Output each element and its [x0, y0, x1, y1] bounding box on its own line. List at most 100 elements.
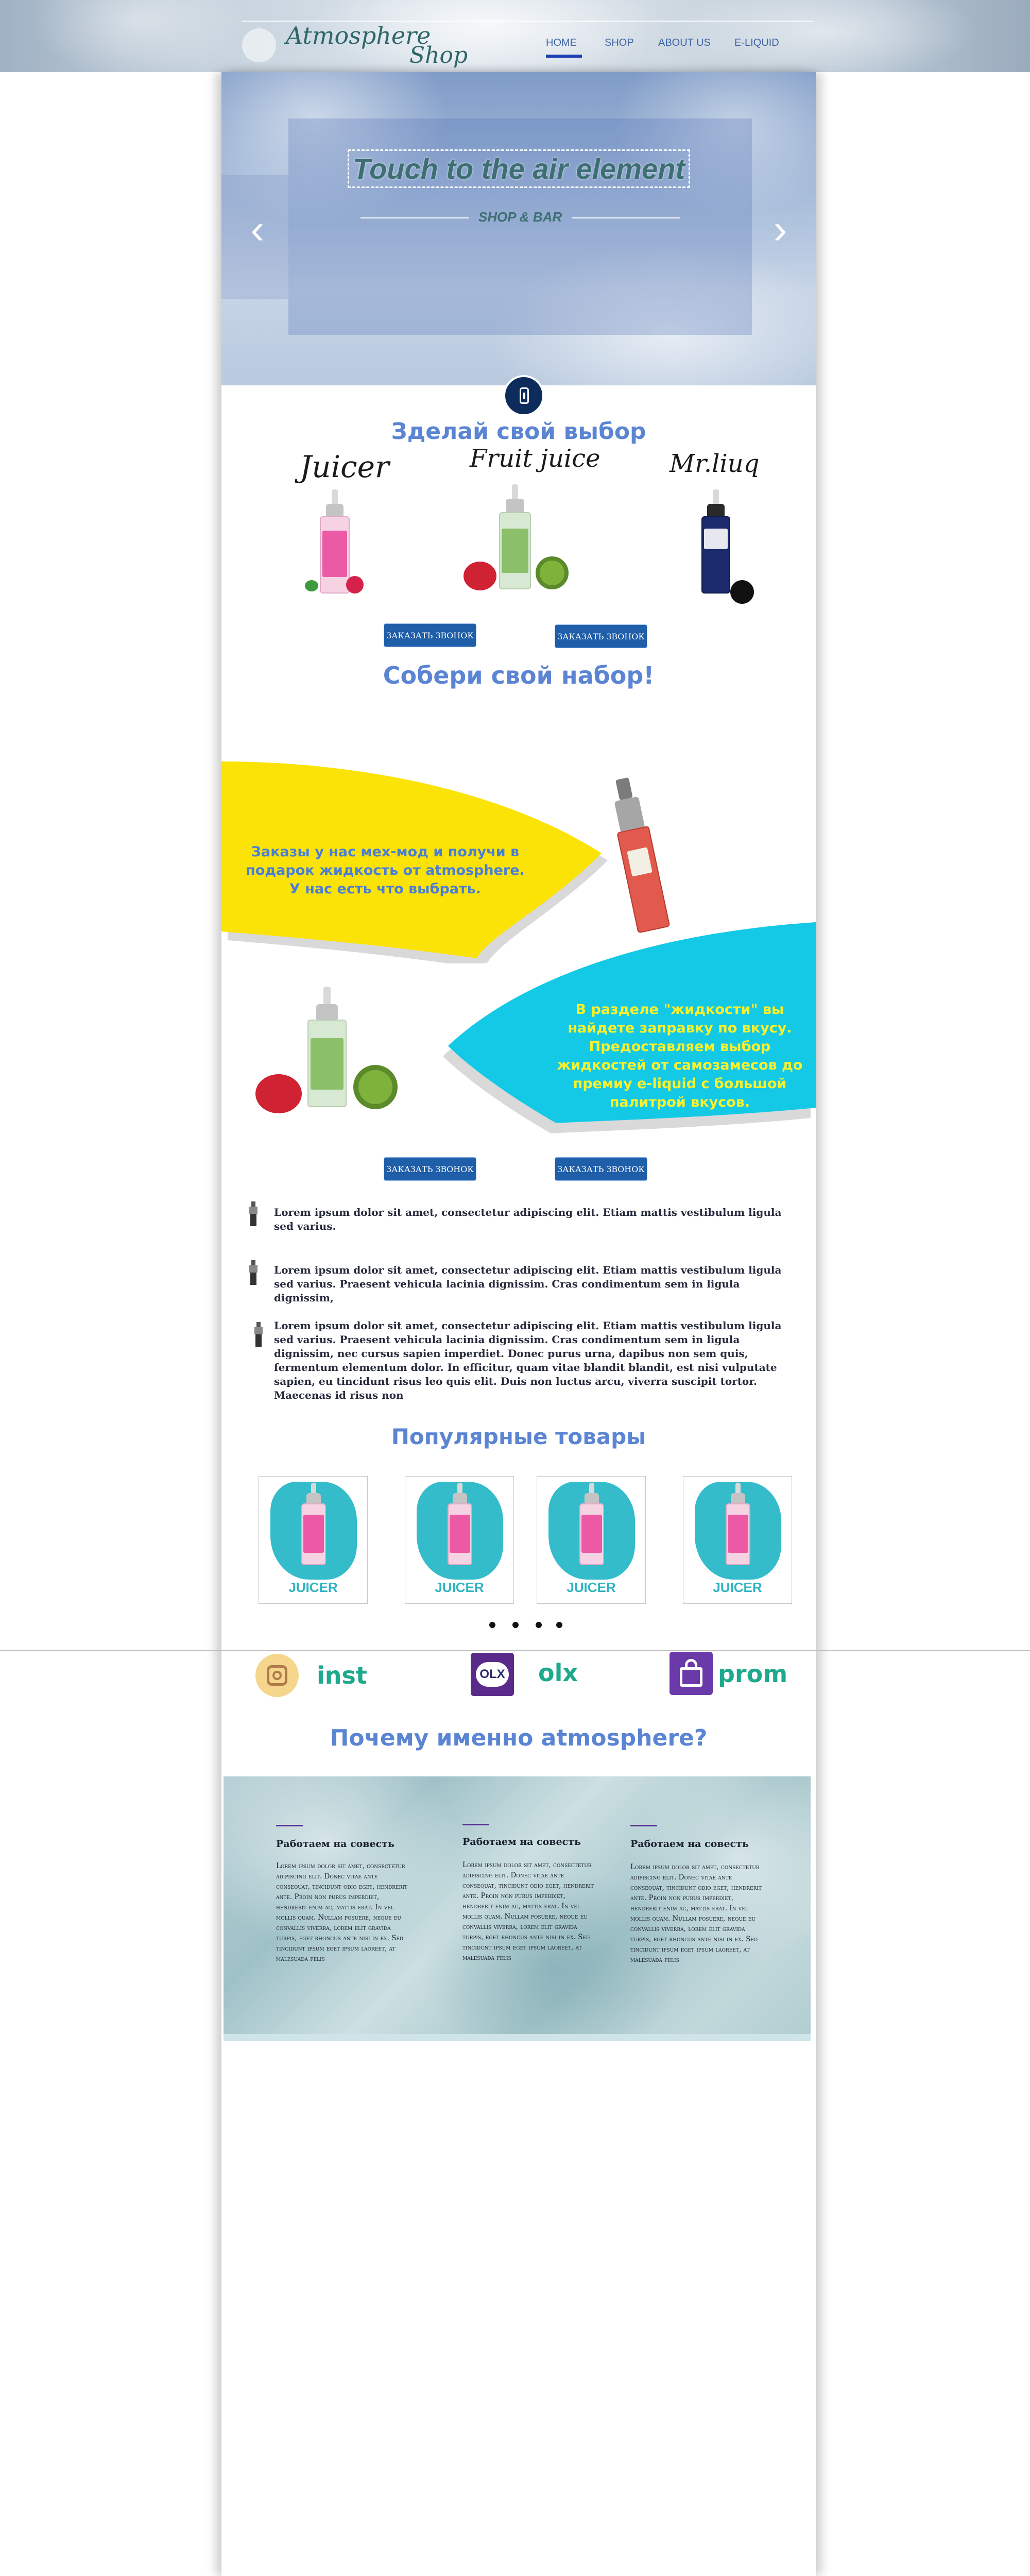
product-bottle — [719, 1483, 757, 1575]
why-column-title: Работаем на совесть — [462, 1836, 581, 1848]
bottle-body — [701, 516, 730, 594]
kit-heading: Собери свой набор! — [383, 662, 655, 689]
site-header: Atmosphere Shop HOME SHOP ABOUT US E-LIQ… — [0, 0, 1030, 72]
instagram-icon-lens — [272, 1671, 282, 1680]
order-call-button[interactable]: ЗАКАЗАТЬ ЗВОНОК — [555, 1157, 647, 1181]
bottle-label — [581, 1515, 602, 1553]
nav-item-home[interactable]: HOME — [546, 37, 577, 49]
product-bottle — [441, 1483, 478, 1575]
choice-heading: Зделай свой выбор — [391, 418, 646, 445]
bottle-label — [322, 531, 347, 577]
product-card-label: JUICER — [713, 1580, 762, 1595]
vape-pen-icon — [254, 1322, 263, 1347]
brand-badge — [730, 580, 754, 604]
popular-heading: Популярные товары — [391, 1424, 646, 1449]
bottle-cap — [731, 1493, 745, 1503]
order-call-button[interactable]: ЗАКАЗАТЬ ЗВОНОК — [384, 1157, 476, 1181]
product-card-label: JUICER — [288, 1580, 338, 1595]
olx-link[interactable]: olx — [538, 1659, 578, 1687]
logo-subtext[interactable]: Shop — [409, 42, 468, 69]
brand-mr-liuq: Mr.liuq — [670, 449, 760, 478]
product-bottle — [573, 1483, 610, 1575]
product-card[interactable]: JUICER — [259, 1476, 368, 1604]
header-smoke — [31, 0, 247, 72]
hero-divider — [360, 217, 469, 218]
olx-icon-mark: OLX — [476, 1662, 509, 1687]
strawberry — [255, 1074, 302, 1113]
carousel-dot[interactable] — [512, 1622, 519, 1628]
instagram-icon[interactable] — [255, 1654, 299, 1697]
vape-device-icon — [503, 375, 544, 416]
hero-slider: Touch to the air element SHOP & BAR ‹ › — [221, 72, 816, 385]
product-image-fruit-juice[interactable] — [458, 484, 572, 603]
bottle-label — [728, 1515, 748, 1553]
raspberry — [346, 576, 364, 594]
logo-circle-icon[interactable] — [242, 28, 276, 62]
why-accent — [276, 1825, 303, 1826]
order-call-button[interactable]: ЗАКАЗАТЬ ЗВОНОК — [384, 623, 476, 647]
bottle-label — [450, 1515, 470, 1553]
bottle-label — [502, 529, 528, 573]
olx-icon[interactable]: OLX — [471, 1653, 514, 1696]
nav-item-about[interactable]: ABOUT US — [658, 37, 711, 49]
order-call-button[interactable]: ЗАКАЗАТЬ ЗВОНОК — [555, 624, 647, 648]
product-card-label: JUICER — [435, 1580, 484, 1595]
bottle-cap — [707, 504, 725, 516]
bottle-label — [704, 529, 728, 549]
promo-cyan-text: В разделе "жидкости" вы найдете заправку… — [557, 1002, 803, 1110]
why-heading: Почему именно atmosphere? — [330, 1725, 708, 1751]
carousel-dot[interactable] — [489, 1622, 495, 1628]
vape-pen-icon — [249, 1201, 258, 1226]
nav-active-indicator — [546, 55, 582, 58]
product-card[interactable]: JUICER — [405, 1476, 514, 1604]
bottle-label — [303, 1515, 324, 1553]
bottle-cap — [306, 1493, 321, 1503]
bottle-cap — [316, 1004, 338, 1020]
prom-bag-icon-handle — [685, 1659, 697, 1670]
mod-atomizer — [615, 777, 633, 801]
carousel-dot[interactable] — [536, 1622, 542, 1628]
feature-text-2: Lorem ipsum dolor sit amet, consectetur … — [274, 1264, 782, 1304]
product-image-juicer[interactable] — [304, 489, 366, 603]
why-column-text: Lorem ipsum dolor sit amet, consectetur … — [630, 1863, 762, 1964]
bottle-neck — [457, 1483, 462, 1494]
leaf — [305, 580, 318, 591]
why-accent — [462, 1824, 489, 1825]
bottle-neck — [311, 1483, 316, 1494]
why-column-title: Работаем на совесть — [276, 1838, 394, 1850]
promo-yellow-text: Заказы у нас мех-мод и получи в подарок … — [246, 844, 525, 897]
vape-device-icon-button — [523, 393, 525, 399]
why-column-text: Lorem ipsum dolor sit amet, consectetur … — [276, 1862, 407, 1963]
product-card[interactable]: JUICER — [683, 1476, 792, 1604]
prom-bag-icon[interactable] — [670, 1652, 713, 1695]
nav-item-eliquid[interactable]: E-LIQUID — [734, 37, 779, 49]
kiwi — [536, 556, 569, 589]
bottle-cap — [326, 504, 344, 516]
product-card-label: JUICER — [566, 1580, 616, 1595]
feature-text-3: Lorem ipsum dolor sit amet, consectetur … — [274, 1319, 782, 1401]
product-image-mr-liuq[interactable] — [670, 489, 762, 604]
bottle-neck — [713, 489, 719, 505]
brand-juicer: Juicer — [300, 449, 389, 484]
why-accent — [630, 1825, 657, 1826]
bottle-neck — [323, 987, 331, 1005]
instagram-link[interactable]: inst — [317, 1662, 367, 1689]
bottle-cap — [585, 1493, 599, 1503]
hero-title: Touch to the air element — [352, 152, 685, 185]
why-column-text: Lorem ipsum dolor sit amet, consectetur … — [462, 1861, 594, 1962]
mod-tank — [614, 796, 645, 832]
why-column-title: Работаем на совесть — [630, 1838, 749, 1850]
product-card[interactable]: JUICER — [537, 1476, 646, 1604]
hero-divider — [572, 217, 680, 218]
brand-fruit-juice: Fruit juice — [470, 444, 600, 473]
product-image-fruit-juice-promo[interactable] — [252, 987, 402, 1126]
prom-link[interactable]: prom — [718, 1660, 787, 1688]
nav-item-shop[interactable]: SHOP — [605, 37, 634, 49]
bottle-cap — [453, 1493, 467, 1503]
chevron-right-icon[interactable]: › — [765, 209, 796, 250]
carousel-dot[interactable] — [556, 1622, 562, 1628]
bottle-neck — [332, 489, 338, 505]
feature-text-1: Lorem ipsum dolor sit amet, consectetur … — [274, 1206, 782, 1232]
bottle-neck — [512, 484, 518, 500]
chevron-left-icon[interactable]: ‹ — [242, 209, 273, 250]
